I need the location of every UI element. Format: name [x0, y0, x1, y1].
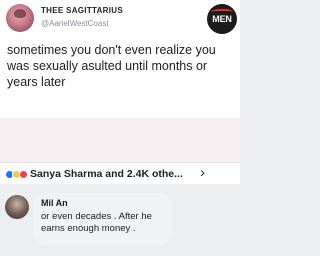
- author-avatar[interactable]: [6, 4, 34, 32]
- reactions-row[interactable]: Sanya Sharma and 2.4K othe... ›: [0, 162, 240, 184]
- commenter-avatar[interactable]: [5, 195, 29, 219]
- comment-author[interactable]: Mil An: [41, 198, 163, 208]
- chevron-right-icon[interactable]: ›: [200, 164, 205, 181]
- reactions-summary[interactable]: Sanya Sharma and 2.4K othe...: [30, 168, 183, 180]
- author-handle[interactable]: @AarielWestCoast: [41, 19, 109, 28]
- tweet-card: THEE SAGITTARIUS @AarielWestCoast MEN so…: [0, 0, 240, 184]
- tweet-media-area: [0, 118, 240, 162]
- comment-text: or even decades . After he earns enough …: [41, 211, 152, 234]
- men-logo: MEN: [207, 4, 237, 34]
- author-name[interactable]: THEE SAGITTARIUS: [41, 6, 123, 15]
- comment-bubble: Mil An or even decades . After he earns …: [33, 193, 171, 245]
- tweet-text: sometimes you don't even realize you was…: [7, 43, 216, 89]
- love-icon: [19, 170, 28, 179]
- comment: Mil An or even decades . After he earns …: [0, 193, 240, 256]
